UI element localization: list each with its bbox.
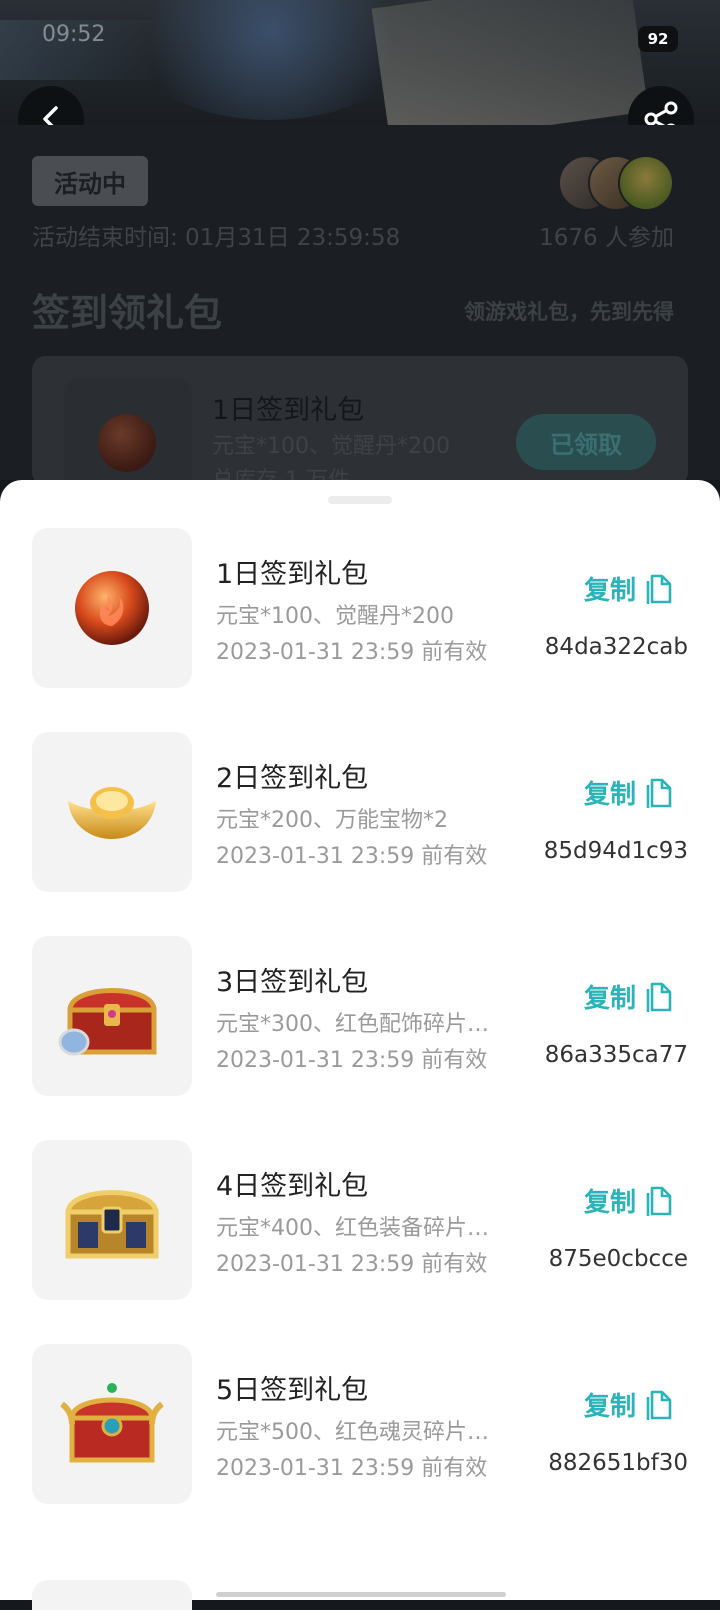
copy-icon [646, 982, 672, 1012]
gift-code: 882651bf30 [548, 1450, 688, 1476]
copy-label: 复制 [583, 576, 636, 606]
gift-validity: 2023-01-31 23:59 前有效 [216, 640, 488, 665]
gift-code: 85d94d1c93 [543, 838, 688, 864]
gift-name: 1日签到礼包 [212, 395, 365, 426]
copy-icon [646, 574, 672, 604]
sheet-drag-handle[interactable] [328, 496, 392, 504]
gift-content: 元宝*400、红色装备碎片… [216, 1216, 489, 1241]
gold-treasure-chest-icon [65, 1190, 159, 1259]
ornate-treasure-chest-icon [60, 1383, 164, 1463]
gift-thumbnail [32, 936, 192, 1096]
gift-validity: 2023-01-31 23:59 前有效 [216, 1252, 488, 1277]
gift-name: 3日签到礼包 [216, 967, 369, 998]
gift-codes-sheet: 1日签到礼包 元宝*100、觉醒丹*200 2023-01-31 23:59 前… [0, 480, 720, 1600]
gift-item: 2日签到礼包 元宝*200、万能宝物*2 2023-01-31 23:59 前有… [0, 732, 720, 892]
background-gift-card: 1日签到礼包 元宝*100、觉醒丹*200 总库存 1 万件 已领取 [32, 356, 688, 486]
status-badge: 活动中 [32, 156, 148, 206]
copy-button[interactable]: 复制 [584, 978, 674, 1015]
copy-label: 复制 [583, 984, 636, 1014]
copy-icon [646, 1186, 672, 1216]
gift-thumbnail [32, 1344, 192, 1504]
battery-indicator: 92 [638, 26, 678, 52]
gift-code: 875e0cbcce [548, 1246, 688, 1272]
gift-validity: 2023-01-31 23:59 前有效 [216, 1048, 488, 1073]
gift-validity: 2023-01-31 23:59 前有效 [216, 844, 488, 869]
status-time: 09:52 [42, 22, 106, 47]
copy-button[interactable]: 复制 [584, 570, 674, 607]
gift-content: 元宝*300、红色配饰碎片… [216, 1012, 489, 1037]
red-treasure-chest-icon [58, 988, 157, 1056]
copy-label: 复制 [583, 1392, 636, 1422]
avatar [618, 155, 674, 211]
gift-thumbnail [32, 732, 192, 892]
gift-validity: 2023-01-31 23:59 前有效 [216, 1456, 488, 1481]
gift-item: 1日签到礼包 元宝*100、觉醒丹*200 2023-01-31 23:59 前… [0, 528, 720, 688]
gift-content: 元宝*500、红色魂灵碎片… [216, 1420, 489, 1445]
header-banner [0, 0, 720, 125]
copy-label: 复制 [583, 780, 636, 810]
gift-item: 4日签到礼包 元宝*400、红色装备碎片… 2023-01-31 23:59 前… [0, 1140, 720, 1300]
gift-name: 1日签到礼包 [216, 559, 369, 590]
copy-button[interactable]: 复制 [584, 1182, 674, 1219]
copy-label: 复制 [583, 1188, 636, 1218]
gift-code: 84da322cab [544, 634, 688, 660]
gift-name: 4日签到礼包 [216, 1171, 369, 1202]
fire-orb-icon [98, 414, 156, 472]
copy-icon [646, 778, 672, 808]
gift-name: 5日签到礼包 [216, 1375, 369, 1406]
gift-content: 元宝*100、觉醒丹*200 [212, 434, 450, 459]
section-title: 签到领礼包 [32, 291, 223, 335]
activity-end-time: 活动结束时间: 01月31日 23:59:58 [32, 225, 401, 251]
participant-avatars [558, 155, 674, 211]
scroll-indicator[interactable] [216, 1592, 506, 1597]
gift-thumbnail [32, 1580, 192, 1610]
gift-thumbnail [32, 528, 192, 688]
fire-orb-icon [75, 571, 149, 645]
participant-count: 1676 人参加 [539, 225, 674, 251]
gold-ingot-icon [68, 787, 156, 839]
section-subtitle: 领游戏礼包，先到先得 [464, 300, 674, 324]
gift-item: 5日签到礼包 元宝*500、红色魂灵碎片… 2023-01-31 23:59 前… [0, 1344, 720, 1504]
gift-code: 86a335ca77 [544, 1042, 688, 1068]
gift-thumbnail [32, 1140, 192, 1300]
gift-content: 元宝*100、觉醒丹*200 [216, 604, 454, 629]
claimed-button[interactable]: 已领取 [516, 414, 656, 470]
copy-button[interactable]: 复制 [584, 774, 674, 811]
gift-item: 3日签到礼包 元宝*300、红色配饰碎片… 2023-01-31 23:59 前… [0, 936, 720, 1096]
gift-content: 元宝*200、万能宝物*2 [216, 808, 448, 833]
copy-icon [646, 1390, 672, 1420]
gift-name: 2日签到礼包 [216, 763, 369, 794]
copy-button[interactable]: 复制 [584, 1386, 674, 1423]
